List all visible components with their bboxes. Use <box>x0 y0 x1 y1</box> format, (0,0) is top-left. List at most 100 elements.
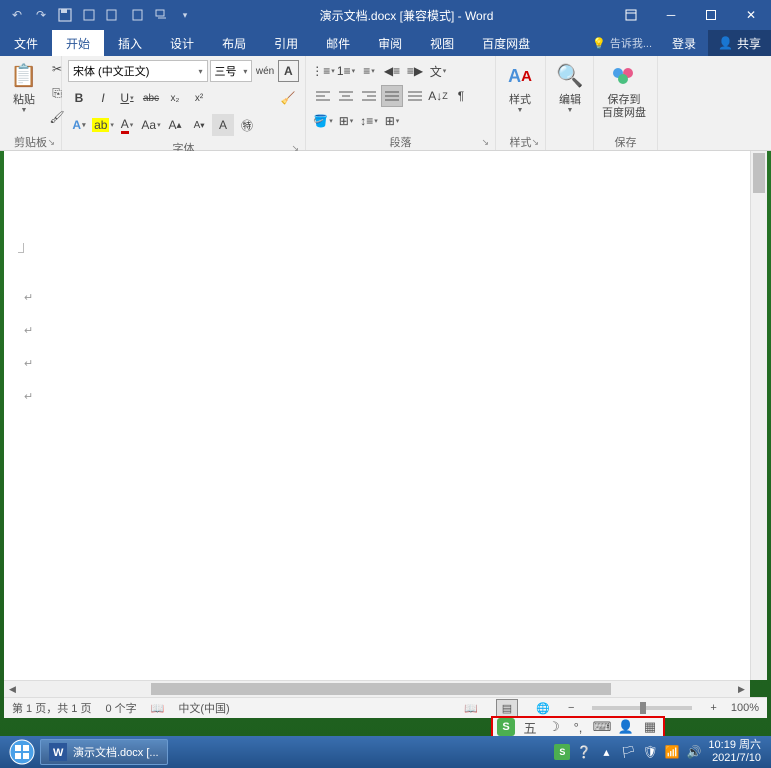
strikethrough-button[interactable]: abc <box>140 87 162 109</box>
char-border-button[interactable]: A <box>278 60 299 82</box>
paste-button[interactable]: 📋 粘贴 ▼ <box>4 58 44 116</box>
tab-design[interactable]: 设计 <box>156 30 208 56</box>
tell-me-search[interactable]: 💡告诉我... <box>584 30 660 56</box>
styles-launcher[interactable]: ↘ <box>531 137 539 148</box>
multilevel-button[interactable]: ≡▾ <box>358 60 380 82</box>
scroll-thumb[interactable] <box>753 153 765 193</box>
tray-network-icon[interactable]: 📶 <box>664 744 680 760</box>
sort-button[interactable]: A↓Z <box>427 85 449 107</box>
tab-view[interactable]: 视图 <box>416 30 468 56</box>
zoom-level[interactable]: 100% <box>731 702 759 714</box>
ime-keyboard-icon[interactable]: ⌨ <box>593 719 611 735</box>
tab-baidu[interactable]: 百度网盘 <box>468 30 544 56</box>
tray-up-icon[interactable]: ▴ <box>598 744 614 760</box>
tray-ime-icon[interactable]: S <box>554 744 570 760</box>
scroll-left-button[interactable]: ◀ <box>4 681 21 697</box>
horizontal-scrollbar[interactable]: ◀ ▶ <box>4 680 750 697</box>
taskbar-app-word[interactable]: W 演示文档.docx [... <box>40 739 168 765</box>
minimize-button[interactable]: ─ <box>651 0 691 30</box>
tab-file[interactable]: 文件 <box>0 30 52 56</box>
change-case-button[interactable]: Aa▾ <box>140 114 162 136</box>
asian-layout-button[interactable]: 文▾ <box>427 60 449 82</box>
tray-shield-icon[interactable]: 🛡 <box>642 744 658 760</box>
underline-button[interactable]: U▾ <box>116 87 138 109</box>
text-effects-button[interactable]: A▾ <box>68 114 90 136</box>
ime-moon-icon[interactable]: ☽ <box>545 719 563 735</box>
document-page[interactable]: ↵ ↵ ↵ ↵ <box>4 151 750 680</box>
zoom-out-button[interactable]: − <box>568 702 574 714</box>
ime-grid-icon[interactable]: ▦ <box>641 719 659 735</box>
print-layout-button[interactable]: ▤ <box>496 699 518 717</box>
scroll-right-button[interactable]: ▶ <box>733 681 750 697</box>
align-center-button[interactable] <box>335 85 357 107</box>
bold-button[interactable]: B <box>68 87 90 109</box>
subscript-button[interactable]: x₂ <box>164 87 186 109</box>
undo-button[interactable]: ↶ <box>6 4 28 26</box>
ime-person-icon[interactable]: 👤 <box>617 719 635 735</box>
borders-button[interactable]: ⊞▾ <box>335 110 357 132</box>
align-right-button[interactable] <box>358 85 380 107</box>
qat-button-3[interactable] <box>126 4 148 26</box>
font-name-select[interactable]: 宋体 (中文正文)▾ <box>68 60 208 82</box>
tab-home[interactable]: 开始 <box>52 30 104 56</box>
qat-button-1[interactable] <box>78 4 100 26</box>
qat-button-2[interactable] <box>102 4 124 26</box>
word-count[interactable]: 0 个字 <box>105 700 136 716</box>
tray-help-icon[interactable]: ❔ <box>576 744 592 760</box>
page-info[interactable]: 第 1 页，共 1 页 <box>12 700 91 716</box>
decrease-indent-button[interactable]: ◀≡ <box>381 60 403 82</box>
close-button[interactable]: ✕ <box>731 0 771 30</box>
ribbon-display-button[interactable] <box>611 0 651 30</box>
increase-indent-button[interactable]: ≡▶ <box>404 60 426 82</box>
tray-volume-icon[interactable]: 🔊 <box>686 744 702 760</box>
clear-formatting-button[interactable]: 🧹 <box>277 87 299 109</box>
zoom-in-button[interactable]: + <box>710 702 716 714</box>
ime-punct-icon[interactable]: °, <box>569 720 587 735</box>
numbering-button[interactable]: 1≡▾ <box>335 60 357 82</box>
qat-customize-button[interactable]: ▾ <box>174 4 196 26</box>
editing-button[interactable]: 🔍 编辑 ▼ <box>550 58 590 116</box>
show-marks-button[interactable]: ¶ <box>450 85 472 107</box>
phonetic-guide-button[interactable]: wén <box>254 60 275 82</box>
snap-grid-button[interactable]: ⊞▾ <box>381 110 403 132</box>
styles-button[interactable]: AA 样式 ▼ <box>500 58 540 116</box>
zoom-slider[interactable] <box>592 706 692 710</box>
tab-mailings[interactable]: 邮件 <box>312 30 364 56</box>
slider-handle[interactable] <box>640 702 646 714</box>
ime-mode[interactable]: 五 <box>521 718 539 737</box>
qat-button-4[interactable] <box>150 4 172 26</box>
tray-flag-icon[interactable]: 🏳 <box>620 744 636 760</box>
taskbar-clock[interactable]: 10:19 周六 2021/7/10 <box>702 739 767 765</box>
save-button[interactable] <box>54 4 76 26</box>
bullets-button[interactable]: ⋮≡▾ <box>312 60 334 82</box>
tab-layout[interactable]: 布局 <box>208 30 260 56</box>
language-status[interactable]: 中文(中国) <box>178 700 229 716</box>
redo-button[interactable]: ↷ <box>30 4 52 26</box>
vertical-scrollbar[interactable] <box>750 151 767 680</box>
ime-logo-icon[interactable]: S <box>497 718 515 736</box>
tab-references[interactable]: 引用 <box>260 30 312 56</box>
grow-font-button[interactable]: A▴ <box>164 114 186 136</box>
ime-toolbar[interactable]: S 五 ☽ °, ⌨ 👤 ▦ <box>491 716 665 738</box>
font-color-button[interactable]: A▾ <box>116 114 138 136</box>
highlight-button[interactable]: ab▾ <box>92 114 114 136</box>
maximize-button[interactable] <box>691 0 731 30</box>
login-button[interactable]: 登录 <box>660 30 708 56</box>
font-size-select[interactable]: 三号▾ <box>210 60 253 82</box>
web-layout-button[interactable]: 🌐 <box>532 699 554 717</box>
superscript-button[interactable]: x² <box>188 87 210 109</box>
spell-check-icon[interactable]: 📖 <box>151 702 165 715</box>
align-distribute-button[interactable] <box>404 85 426 107</box>
paragraph-launcher[interactable]: ↘ <box>481 137 489 148</box>
enclose-char-button[interactable]: ㊕ <box>236 114 258 136</box>
char-shading-button[interactable]: A <box>212 114 234 136</box>
line-spacing-button[interactable]: ↕≡▾ <box>358 110 380 132</box>
clipboard-launcher[interactable]: ↘ <box>47 137 55 148</box>
tab-review[interactable]: 审阅 <box>364 30 416 56</box>
shading-button[interactable]: 🪣▾ <box>312 110 334 132</box>
italic-button[interactable]: I <box>92 87 114 109</box>
align-justify-button[interactable] <box>381 85 403 107</box>
share-button[interactable]: 👤共享 <box>708 30 771 56</box>
tab-insert[interactable]: 插入 <box>104 30 156 56</box>
scroll-thumb[interactable] <box>151 683 611 695</box>
